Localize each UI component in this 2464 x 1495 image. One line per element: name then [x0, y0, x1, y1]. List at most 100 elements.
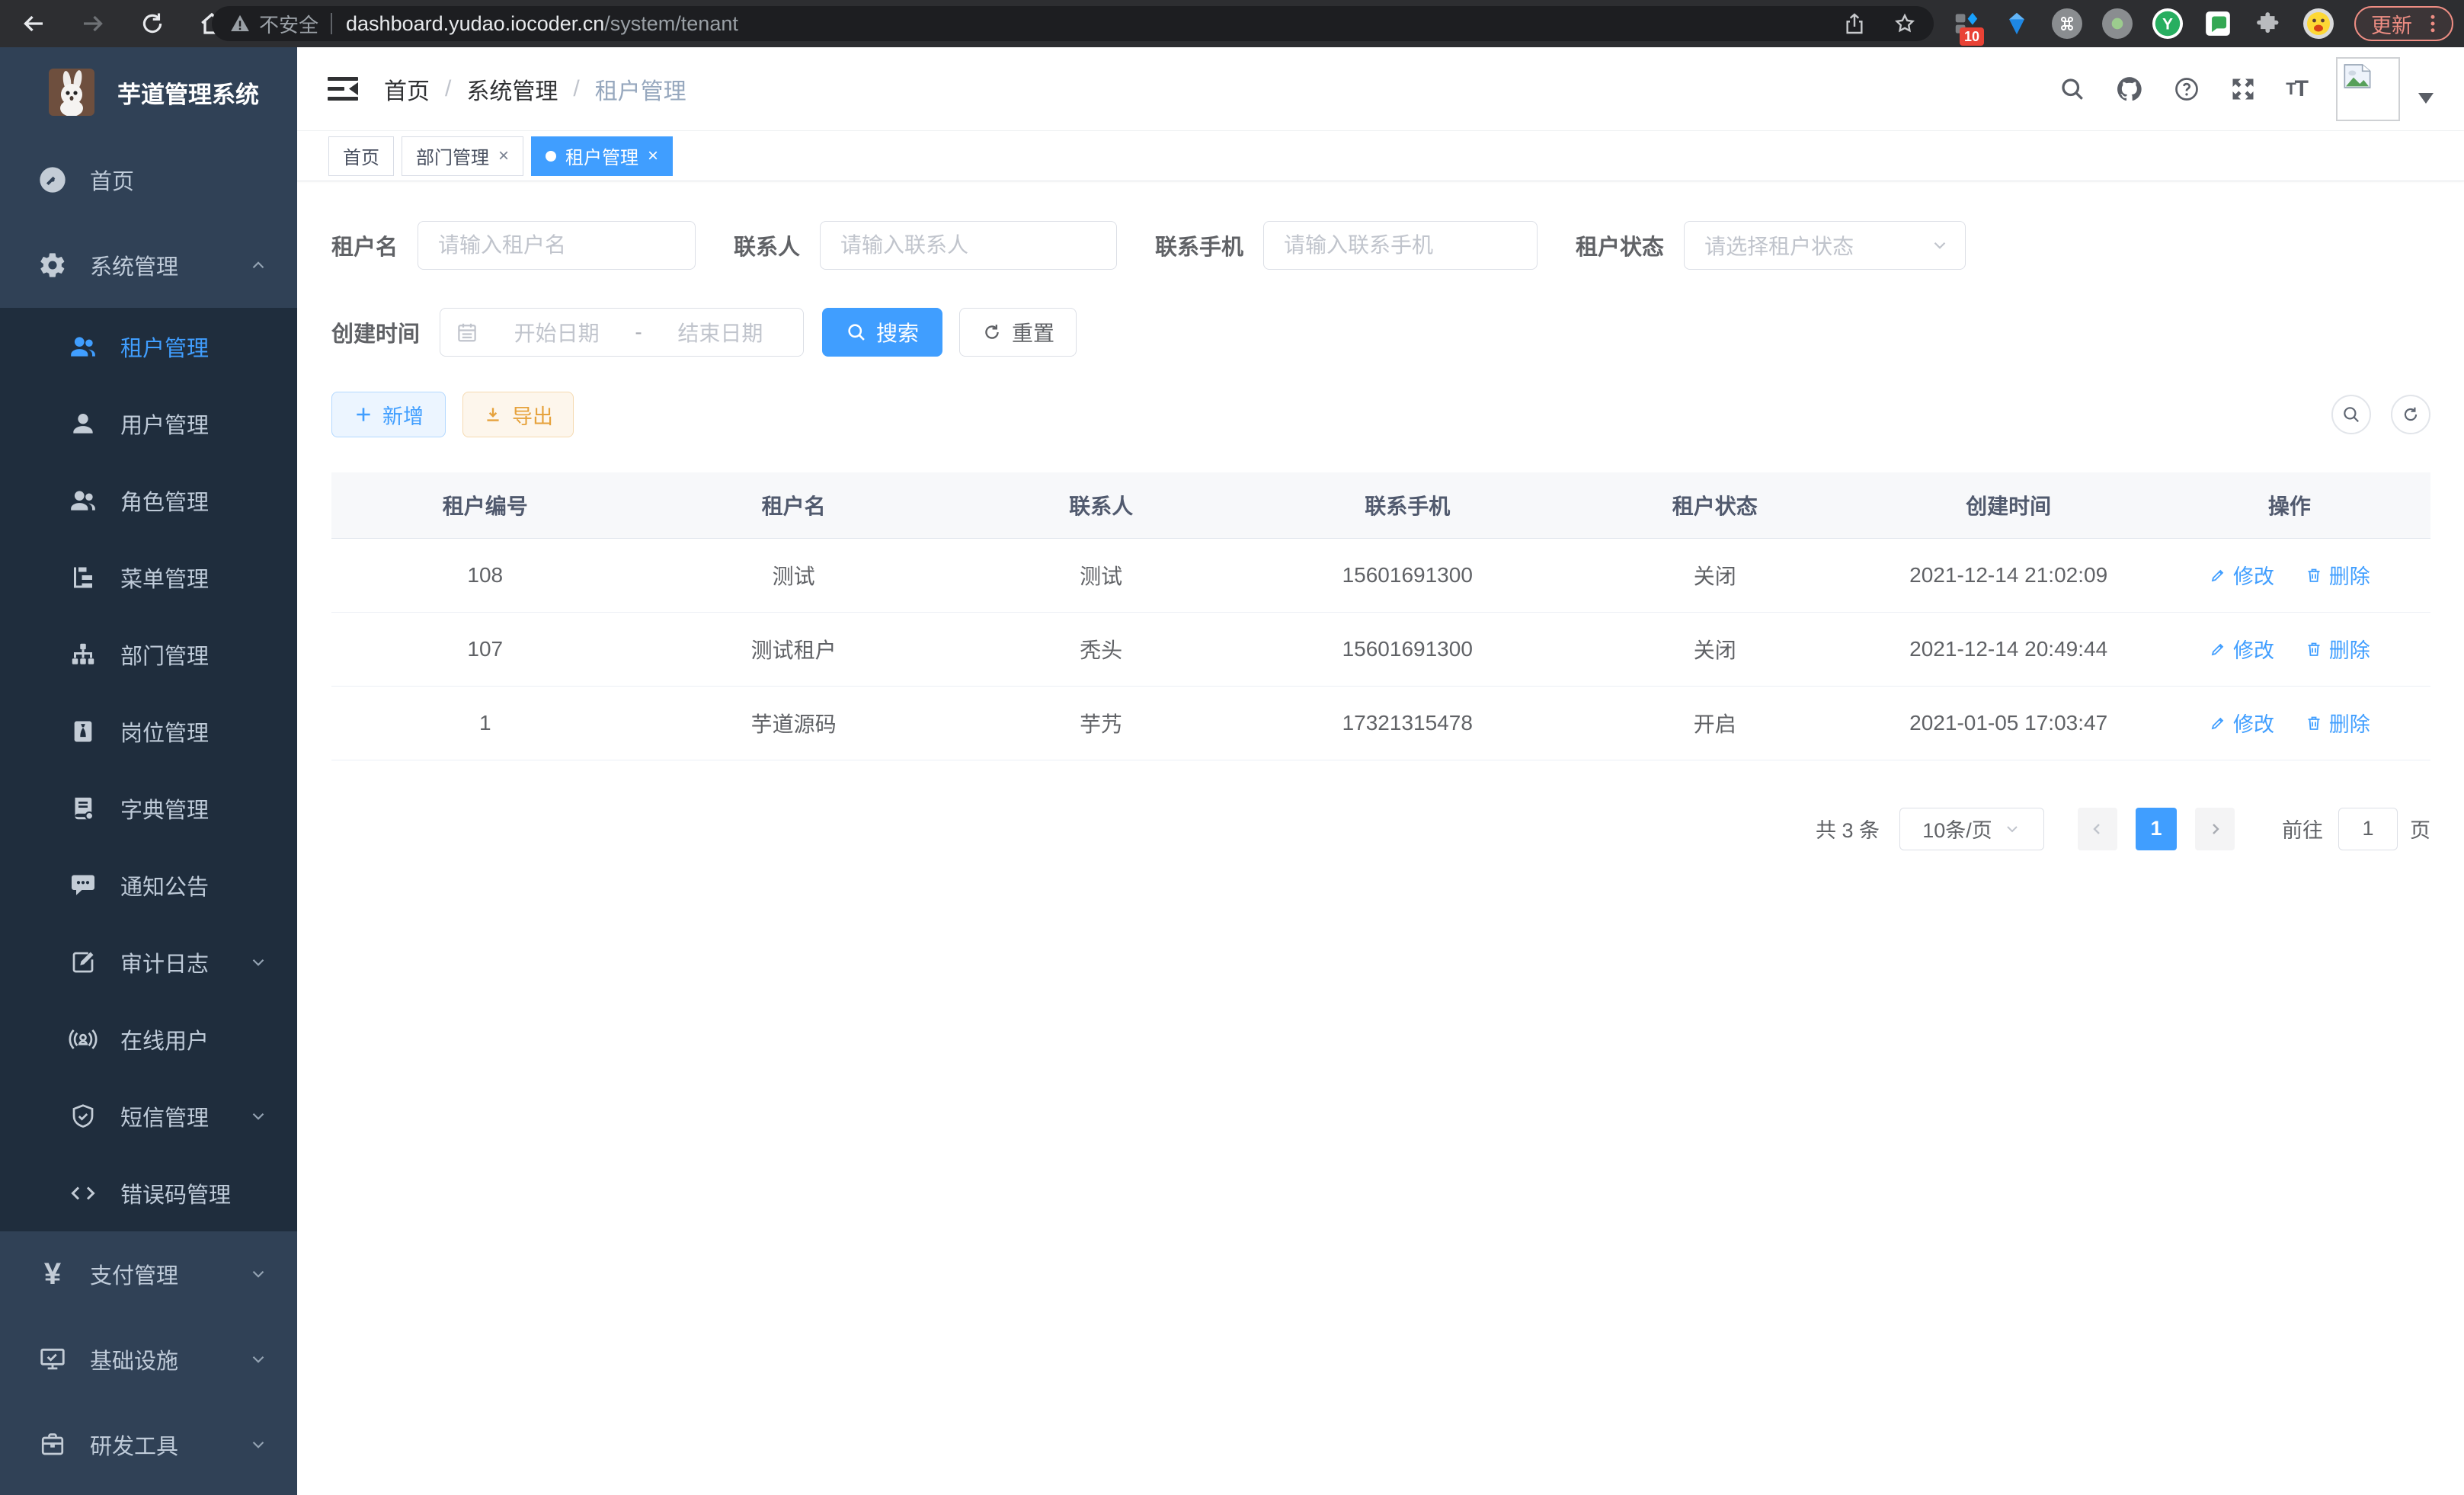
- reset-button[interactable]: 重置: [959, 308, 1077, 357]
- plus-icon: [354, 405, 373, 424]
- monitor-icon: [35, 1342, 70, 1377]
- sidebar-item-user[interactable]: 用户管理: [0, 385, 297, 462]
- sidebar-item-dict[interactable]: 字典管理: [0, 770, 297, 847]
- edit-link[interactable]: 修改: [2209, 560, 2274, 590]
- breadcrumb-home[interactable]: 首页: [384, 72, 430, 106]
- status-select[interactable]: 请选择租户状态: [1684, 221, 1966, 270]
- page-size-select[interactable]: 10条/页: [1899, 808, 2044, 850]
- sidebar-item-label: 审计日志: [120, 946, 209, 978]
- header-search-button[interactable]: [2059, 75, 2086, 103]
- y-logo-icon: Y: [2152, 7, 2184, 40]
- bookmark-button[interactable]: [1893, 11, 1917, 36]
- sidebar-item-error-code[interactable]: 错误码管理: [0, 1154, 297, 1231]
- export-button[interactable]: 导出: [462, 392, 574, 437]
- extension-y-app[interactable]: Y: [2152, 8, 2184, 40]
- edit-link[interactable]: 修改: [2209, 708, 2274, 738]
- sidebar-item-menu[interactable]: 菜单管理: [0, 539, 297, 616]
- security-label[interactable]: 不安全: [259, 10, 318, 38]
- sidebar-item-notice[interactable]: 通知公告: [0, 847, 297, 924]
- extension-chat[interactable]: [2202, 8, 2234, 40]
- sidebar-item-post[interactable]: 岗位管理: [0, 693, 297, 770]
- url-host: dashboard.yudao.iocoder.cn: [346, 12, 604, 36]
- github-link[interactable]: [2115, 75, 2144, 104]
- sidebar-item-label: 支付管理: [90, 1258, 178, 1290]
- sidebar-item-sms[interactable]: 短信管理: [0, 1077, 297, 1154]
- share-button[interactable]: [1842, 11, 1867, 36]
- next-page-button[interactable]: [2195, 808, 2235, 850]
- url-separator: [331, 13, 332, 34]
- sidebar-item-system[interactable]: 系统管理: [0, 222, 297, 308]
- status-label: 租户状态: [1576, 229, 1664, 261]
- goto-page-input[interactable]: [2338, 808, 2398, 850]
- sidebar-logo[interactable]: 芋道管理系统: [0, 47, 297, 137]
- tag-close-icon[interactable]: ×: [648, 147, 658, 165]
- sidebar-item-home[interactable]: 首页: [0, 137, 297, 222]
- sidebar-item-infra[interactable]: 基础设施: [0, 1317, 297, 1402]
- tenant-name-input[interactable]: [418, 221, 696, 270]
- search-icon: [846, 322, 867, 343]
- cell-tenant-id: 108: [331, 538, 639, 612]
- sidebar-item-tenant[interactable]: 租户管理: [0, 308, 297, 385]
- trash-icon: [2305, 566, 2323, 584]
- avatar-dropdown-caret[interactable]: [2418, 93, 2434, 107]
- sidebar-item-role[interactable]: 角色管理: [0, 462, 297, 539]
- create-time-range-picker[interactable]: 开始日期 - 结束日期: [440, 308, 804, 357]
- sidebar-item-pay[interactable]: ¥ 支付管理: [0, 1231, 297, 1317]
- show-search-toggle-button[interactable]: [2331, 395, 2371, 434]
- sidebar-item-audit-log[interactable]: 审计日志: [0, 924, 297, 1000]
- cell-tenant-name: 测试租户: [639, 612, 949, 686]
- sidebar-item-online-users[interactable]: 在线用户: [0, 1000, 297, 1077]
- cell-tenant-name: 测试: [639, 538, 949, 612]
- browser-back-button[interactable]: [17, 7, 50, 40]
- tag-label: 租户管理: [565, 142, 638, 169]
- chevron-down-icon: [248, 1349, 268, 1369]
- extension-gem[interactable]: [2001, 8, 2033, 40]
- delete-link[interactable]: 删除: [2305, 708, 2370, 738]
- prev-page-button[interactable]: [2078, 808, 2117, 850]
- tag-close-icon[interactable]: ×: [498, 147, 509, 165]
- green-dot-icon: [2109, 15, 2126, 32]
- browser-forward-button[interactable]: [76, 7, 110, 40]
- github-icon: [2115, 75, 2144, 104]
- kebab-menu-icon[interactable]: [2421, 12, 2444, 35]
- broken-image-icon: [2342, 63, 2373, 89]
- page-number-1[interactable]: 1: [2136, 808, 2177, 850]
- tag-dept[interactable]: 部门管理 ×: [402, 136, 523, 176]
- status-select-placeholder: 请选择租户状态: [1704, 230, 1930, 261]
- edit-link[interactable]: 修改: [2209, 634, 2274, 664]
- fullscreen-button[interactable]: [2229, 75, 2257, 103]
- extensions-menu[interactable]: [2252, 8, 2284, 40]
- add-button[interactable]: 新增: [331, 392, 446, 437]
- font-size-button[interactable]: TT: [2286, 76, 2307, 102]
- help-button[interactable]: [2173, 75, 2200, 103]
- mobile-input[interactable]: [1263, 221, 1538, 270]
- search-icon: [2341, 405, 2361, 424]
- profile-avatar[interactable]: [2302, 8, 2334, 40]
- command-icon: [2058, 14, 2076, 33]
- breadcrumb-system[interactable]: 系统管理: [466, 72, 558, 106]
- extension-recorder[interactable]: [2101, 8, 2133, 40]
- search-button[interactable]: 搜索: [822, 308, 942, 357]
- font-size-icon: T: [2286, 79, 2294, 99]
- extension-tab-manager[interactable]: 10: [1950, 8, 1982, 40]
- cell-tenant-name: 芋道源码: [639, 686, 949, 760]
- delete-link[interactable]: 删除: [2305, 634, 2370, 664]
- user-avatar[interactable]: [2336, 57, 2400, 121]
- delete-link[interactable]: 删除: [2305, 560, 2370, 590]
- tag-home[interactable]: 首页: [328, 136, 394, 176]
- edit-pencil-icon: [2209, 566, 2227, 584]
- browser-reload-button[interactable]: [136, 7, 169, 40]
- refresh-table-button[interactable]: [2391, 395, 2430, 434]
- contact-input[interactable]: [820, 221, 1117, 270]
- sidebar-item-label: 岗位管理: [120, 715, 209, 748]
- sidebar-item-devtools[interactable]: 研发工具: [0, 1402, 297, 1487]
- sidebar-item-dept[interactable]: 部门管理: [0, 616, 297, 693]
- delete-link-label: 删除: [2329, 634, 2370, 664]
- tag-tenant-active[interactable]: 租户管理 ×: [531, 136, 673, 176]
- extension-command[interactable]: [2051, 8, 2083, 40]
- search-icon: [2059, 75, 2086, 103]
- sidebar-toggle-button[interactable]: [328, 76, 358, 102]
- filter-row-2: 创建时间 开始日期 - 结束日期 搜索 重置: [331, 308, 2430, 357]
- address-bar[interactable]: 不安全 dashboard.yudao.iocoder.cn/system/te…: [212, 6, 1934, 41]
- browser-update-button[interactable]: 更新: [2354, 6, 2453, 41]
